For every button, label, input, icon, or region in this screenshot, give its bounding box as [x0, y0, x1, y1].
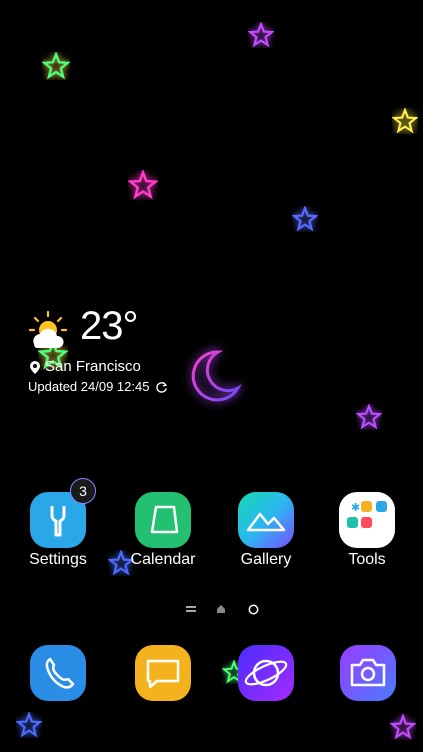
page-indicator[interactable]: [0, 600, 423, 620]
calendar-icon: [135, 492, 191, 548]
internet-icon[interactable]: [238, 645, 294, 701]
page-dot-icon[interactable]: [248, 604, 259, 615]
folder-tools[interactable]: ✱ Tools: [322, 492, 412, 570]
updated-time: Updated 24/09 12:45: [28, 379, 150, 394]
notification-badge: 3: [70, 478, 96, 504]
neon-star-icon: [356, 404, 382, 430]
app-calendar[interactable]: Calendar: [118, 492, 208, 570]
location: San Francisco: [30, 358, 141, 376]
temperature: 23°: [80, 304, 138, 348]
app-label: Gallery: [240, 551, 292, 568]
app-label: Tools: [348, 551, 386, 568]
neon-star-icon: [392, 108, 418, 134]
app-label: Settings: [29, 551, 87, 568]
location-pin-icon: [30, 360, 40, 374]
neon-star-icon: [128, 170, 158, 200]
location-label: San Francisco: [45, 358, 141, 375]
neon-star-icon: [16, 712, 42, 738]
weather-widget[interactable]: 23° San Francisco Updated 24/09 12:45: [26, 304, 226, 402]
home-icon[interactable]: [216, 604, 226, 614]
neon-star-icon: [248, 22, 274, 48]
camera-icon[interactable]: [340, 645, 396, 701]
messages-icon[interactable]: [135, 645, 191, 701]
settings-icon: 3: [30, 478, 96, 548]
neon-star-icon: [390, 714, 416, 740]
update-status: Updated 24/09 12:45: [28, 379, 168, 395]
menu-lines-icon[interactable]: [186, 605, 196, 613]
svg-text:✱: ✱: [351, 501, 360, 514]
phone-icon[interactable]: [30, 645, 86, 701]
gallery-icon: [238, 492, 294, 548]
neon-star-icon: [292, 206, 318, 232]
app-gallery[interactable]: Gallery: [221, 492, 311, 570]
folder-icon: ✱: [339, 492, 395, 548]
app-settings[interactable]: 3 Settings: [13, 478, 103, 570]
partly-cloudy-icon: [28, 310, 68, 348]
neon-star-icon: [42, 52, 70, 80]
refresh-icon[interactable]: [155, 381, 168, 394]
app-label: Calendar: [130, 551, 196, 568]
